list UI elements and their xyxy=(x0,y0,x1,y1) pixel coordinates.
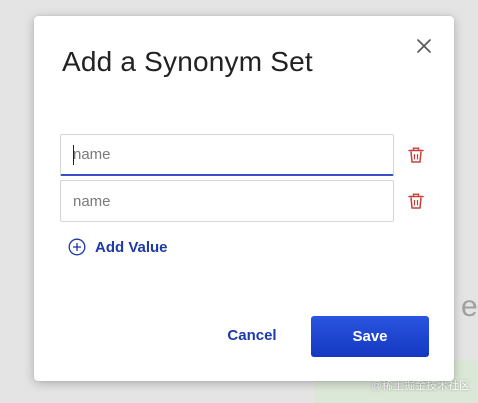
synonym-value-input[interactable] xyxy=(60,134,394,176)
add-value-button[interactable]: Add Value xyxy=(68,238,168,256)
delete-value-button[interactable] xyxy=(406,191,426,211)
close-icon xyxy=(417,39,431,53)
plus-circle-icon xyxy=(68,238,86,256)
save-button[interactable]: Save xyxy=(311,316,429,357)
synonym-set-dialog: Add a Synonym Set name name Add Value Ca… xyxy=(34,16,454,381)
value-row xyxy=(60,180,430,222)
dialog-title: Add a Synonym Set xyxy=(62,46,313,77)
cancel-button[interactable]: Cancel xyxy=(218,316,286,356)
delete-value-button[interactable] xyxy=(406,145,426,165)
add-value-label: Add Value xyxy=(95,238,168,256)
background-partial-text: et xyxy=(460,290,478,323)
close-button[interactable] xyxy=(414,36,434,56)
synonym-value-input[interactable] xyxy=(60,180,394,222)
value-row xyxy=(60,134,430,176)
text-caret xyxy=(73,145,74,165)
trash-icon xyxy=(408,193,424,209)
trash-icon xyxy=(408,147,424,163)
